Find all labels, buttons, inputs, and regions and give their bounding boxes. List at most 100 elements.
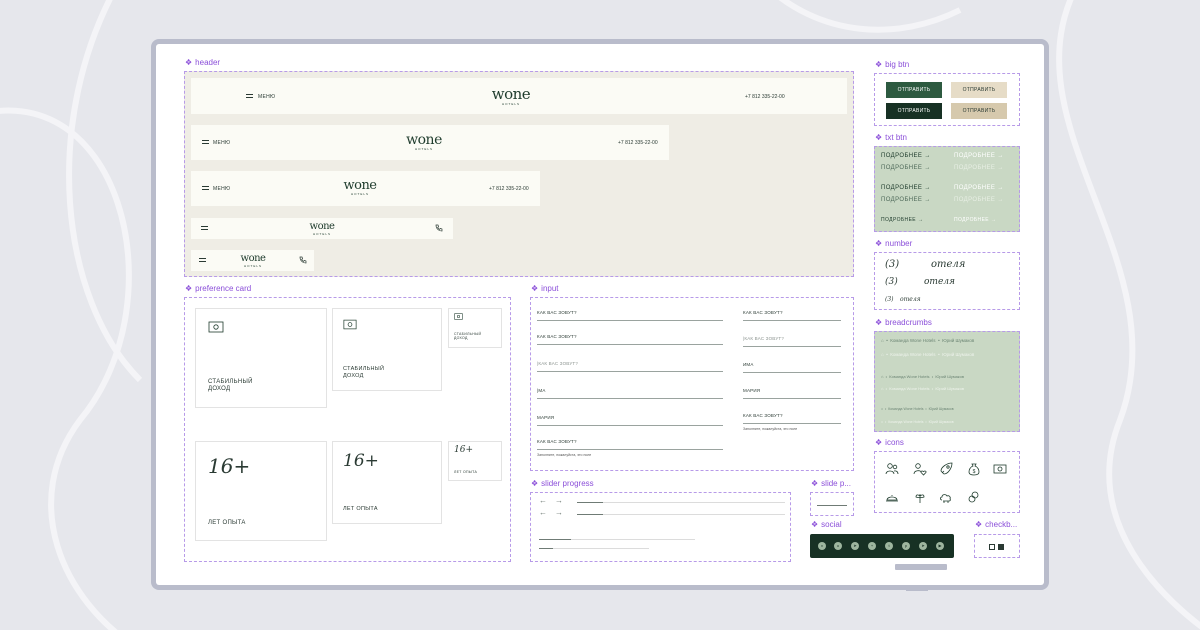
arrow-left-icon[interactable]: ← [539,497,547,505]
breadcrumb: ⌂ • Команда Wone Hotels • Юрий Шумаков [881,386,964,391]
name-field-focused[interactable]: |КАК ВАС ЗОВУТ? [743,336,841,348]
checkbox-unchecked[interactable] [989,544,995,550]
breadcrumb-link[interactable]: Команда Wone Hotels [888,420,923,424]
plus-icon[interactable]: + [868,542,876,550]
arrow-left-icon[interactable]: ← [539,509,547,517]
more-link[interactable]: ПОДРОБНЕЕ → [881,185,931,191]
cloche-icon [886,495,898,502]
logo[interactable]: wone HOTELS [301,222,343,236]
money-bag-icon: $ [968,463,980,476]
phone-number[interactable]: +7 812 335-22-00 [745,94,785,100]
breadcrumb-link[interactable]: Команда Wone Hotels [890,352,935,357]
breadcrumb: ⌂ • Команда Wone Hotels • Юрий Шумаков [881,338,975,343]
arrow-right-icon[interactable]: → [555,509,563,517]
menu-icon[interactable] [199,258,206,262]
more-link[interactable]: ПОДРОБНЕЕ → [954,153,1004,159]
breadcrumb-link[interactable]: Команда Wone Hotels [889,386,929,391]
logo[interactable]: wone HOTELS [481,87,541,106]
phone-number[interactable]: +7 812 335-22-00 [618,140,658,146]
banknote-icon [208,321,224,333]
logo[interactable]: wone HOTELS [336,179,384,196]
arrow-right-icon[interactable]: → [555,497,563,505]
section-label-checkbox: ❖ checkb... [975,520,1018,529]
breadcrumb-current: Юрий Шумаков [928,407,954,411]
name-field-error[interactable]: КАК ВАС ЗОВУТ? Заполните, пожалуйста, это… [743,413,841,433]
section-label-preference-card: ❖ preference card [185,284,252,293]
breadcrumb-current: Юрий Шумаков [942,352,975,357]
name-field-error[interactable]: КАК ВАС ЗОВУТ? Заполните, пожалуйста, это… [537,439,723,459]
section-label-big-btn: ❖ big btn [875,60,910,69]
section-label-icons: ❖ icons [875,438,904,447]
experience-value: 16+ [343,451,379,471]
phone-icon[interactable] [435,224,443,232]
breadcrumb-link[interactable]: Команда Wone Hotels [889,374,929,379]
more-link[interactable]: ПОДРОБНЕЕ → [954,165,1004,171]
name-field-filled[interactable]: МАРИЯ [743,388,841,400]
txt-btn-box: ПОДРОБНЕЕ → ПОДРОБНЕЕ → ПОДРОБНЕЕ → ПОДР… [874,146,1020,232]
logo[interactable]: wone HOTELS [399,133,449,151]
phone-icon[interactable] [299,256,307,264]
odnoklassniki-icon[interactable]: o [834,542,842,550]
more-link[interactable]: ПОДРОБНЕЕ → [881,217,923,223]
name-field[interactable]: КАК ВАС ЗОВУТ? [537,334,723,346]
card-label: ЛЕТ ОПЫТА [454,470,478,474]
logo[interactable]: wone HOTELS [233,254,273,268]
name-field-typing[interactable]: |МА [537,388,723,400]
breadcrumb-link[interactable]: Команда Wone Hotels [890,338,935,343]
breadcrumbs-box: ⌂ • Команда Wone Hotels • Юрий Шумаков ⌂… [874,331,1020,432]
slider-fill [539,539,571,540]
submit-button-beige-hover[interactable]: ОТПРАВИТЬ [951,103,1007,119]
section-label-breadcrumbs: ❖ breadcrumbs [875,318,932,327]
checkbox-box [974,534,1020,558]
submit-button-green[interactable]: ОТПРАВИТЬ [886,82,942,98]
more-link[interactable]: ПОДРОБНЕЕ → [881,153,931,159]
experience-card-small: 16+ ЛЕТ ОПЫТА [448,441,502,481]
breadcrumb-current: Юрий Шумаков [942,338,975,343]
menu-icon[interactable] [202,140,209,144]
slider-fill [577,502,603,503]
pinterest-icon[interactable]: p [902,542,910,550]
header-variant-3: МЕНЮ wone HOTELS +7 812 335-22-00 [191,171,540,206]
name-field[interactable]: КАК ВАС ЗОВУТ? [537,310,723,322]
breadcrumb-current: Юрий Шумаков [935,374,964,379]
menu-label[interactable]: МЕНЮ [213,186,230,192]
more-link[interactable]: ПОДРОБНЕЕ → [954,197,1004,203]
experience-value: 16+ [208,454,251,478]
menu-icon[interactable] [202,186,209,190]
telegram-icon[interactable]: ➤ [919,542,927,550]
section-label-number: ❖ number [875,239,913,248]
tenchat-icon[interactable]: t [885,542,893,550]
telegram-icon[interactable]: ➤ [851,542,859,550]
name-field-focused[interactable]: |КАК ВАС ЗОВУТ? [537,361,723,373]
more-link[interactable]: ПОДРОБНЕЕ → [954,217,996,223]
menu-label[interactable]: МЕНЮ [258,94,275,100]
name-field-filled[interactable]: МАРИЯ [537,415,723,427]
card-label: ЛЕТ ОПЫТА [208,520,246,526]
menu-icon[interactable] [246,94,253,98]
breadcrumb-current: Юрий Шумаков [928,420,954,424]
name-field[interactable]: КАК ВАС ЗОВУТ? [743,310,841,322]
more-link[interactable]: ПОДРОБНЕЕ → [881,165,931,171]
header-variant-1: МЕНЮ wone HOTELS +7 812 335-22-00 [191,78,847,114]
number-word: отеля [931,259,966,270]
card-label: СТАБИЛЬНЫЙ ДОХОД [454,332,482,341]
menu-label[interactable]: МЕНЮ [213,140,230,146]
more-link[interactable]: ПОДРОБНЕЕ → [954,185,1004,191]
youtube-icon[interactable]: ▶ [936,542,944,550]
name-field-typing[interactable]: ИМА [743,362,841,374]
submit-button-beige[interactable]: ОТПРАВИТЬ [951,82,1007,98]
slider-fill [539,548,553,549]
breadcrumb-link[interactable]: Команда Wone Hotels [888,407,923,411]
phone-number[interactable]: +7 812 335-22-00 [489,186,529,192]
header-variants-box: МЕНЮ wone HOTELS +7 812 335-22-00 МЕНЮ wo… [184,71,854,277]
slider-fill [817,505,847,506]
submit-button-green-hover[interactable]: ОТПРАВИТЬ [886,103,942,119]
number-value: (3) [885,277,898,287]
menu-icon[interactable] [201,226,208,230]
board-handle [895,564,947,570]
more-link[interactable]: ПОДРОБНЕЕ → [881,197,931,203]
vk-icon[interactable]: v [818,542,826,550]
wheat-icon [915,494,925,503]
rocket-icon [940,462,953,475]
checkbox-checked[interactable] [998,544,1004,550]
